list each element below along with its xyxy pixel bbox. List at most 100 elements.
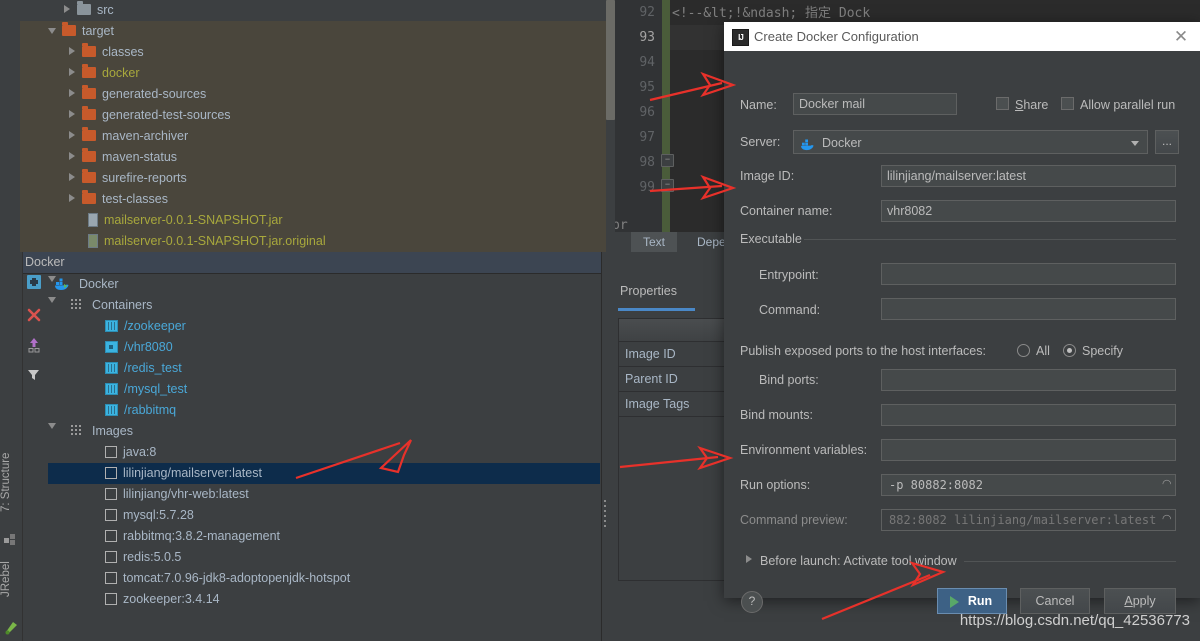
code-fold-icon[interactable]: −: [661, 179, 674, 192]
server-combobox[interactable]: Docker: [793, 130, 1148, 154]
name-input[interactable]: Docker mail: [793, 93, 957, 115]
docker-tree-label: tomcat:7.0.96-jdk8-adoptopenjdk-hotspot: [123, 571, 351, 585]
docker-tree-item-mysql-test[interactable]: /mysql_test: [48, 379, 600, 400]
project-tree: src target classes docker generated-sour…: [20, 0, 606, 252]
sidebar-tab-structure[interactable]: 7: Structure: [0, 442, 22, 522]
apply-button[interactable]: Apply: [1104, 588, 1176, 614]
left-tool-sidebar: 7: Structure JRebel: [0, 252, 23, 641]
bind-mounts-input[interactable]: [881, 404, 1176, 426]
tree-item-generated-test-sources[interactable]: generated-test-sources: [20, 105, 606, 126]
publish-specify-label: Specify: [1082, 344, 1123, 358]
share-checkbox[interactable]: [996, 97, 1009, 110]
docker-tree-item-vhr-web[interactable]: lilinjiang/vhr-web:latest: [48, 484, 600, 505]
jrebel-icon: [5, 622, 17, 635]
docker-tree-item-containers[interactable]: Containers: [48, 295, 600, 316]
panel-splitter-grip[interactable]: [603, 500, 607, 530]
jar-icon: [88, 212, 98, 227]
expand-icon[interactable]: ◠: [1162, 514, 1173, 525]
line-number: 92: [639, 5, 655, 20]
docker-tree-item-java8[interactable]: java:8: [48, 442, 600, 463]
docker-tree-item-vhr8080[interactable]: /vhr8080: [48, 337, 600, 358]
filter-icon[interactable]: [26, 367, 44, 385]
deploy-icon[interactable]: [26, 337, 44, 355]
chevron-right-icon[interactable]: [68, 194, 77, 203]
tree-item-maven-archiver[interactable]: maven-archiver: [20, 126, 606, 147]
share-label-rest: hare: [1023, 98, 1049, 112]
intellij-logo-icon: IJ: [732, 29, 749, 46]
run-options-input[interactable]: -p 80882:8082: [881, 474, 1176, 496]
docker-tree-item-rabbitmq-image[interactable]: rabbitmq:3.8.2-management: [48, 526, 600, 547]
tree-item-label: src: [97, 3, 114, 17]
line-number: 94: [639, 55, 655, 70]
tree-item-jar[interactable]: mailserver-0.0.1-SNAPSHOT.jar: [20, 210, 606, 231]
tree-item-jar-original[interactable]: mailserver-0.0.1-SNAPSHOT.jar.original: [20, 231, 606, 252]
tab-properties[interactable]: Properties: [620, 284, 677, 298]
docker-tree-item-redis-test[interactable]: /redis_test: [48, 358, 600, 379]
chevron-right-icon[interactable]: [68, 47, 77, 56]
tree-item-docker[interactable]: docker: [20, 63, 606, 84]
chevron-down-icon[interactable]: [48, 26, 57, 35]
dialog-title-bar[interactable]: IJ Create Docker Configuration ✕: [724, 22, 1200, 51]
docker-tree: Docker Containers /zookeeper /vhr8080 /r…: [48, 274, 600, 634]
publish-specify-radio[interactable]: [1063, 344, 1076, 357]
chevron-right-icon[interactable]: [68, 131, 77, 140]
env-vars-input[interactable]: [881, 439, 1176, 461]
tree-item-label: docker: [102, 66, 140, 80]
chevron-right-icon[interactable]: [68, 110, 77, 119]
expand-icon[interactable]: ◠: [1162, 479, 1173, 490]
code-fold-icon[interactable]: −: [661, 154, 674, 167]
remove-icon[interactable]: [26, 307, 44, 325]
docker-tree-item-mysql[interactable]: mysql:5.7.28: [48, 505, 600, 526]
docker-tree-item-images[interactable]: Images: [48, 421, 600, 442]
server-browse-button[interactable]: ...: [1155, 130, 1179, 154]
run-button[interactable]: Run: [937, 588, 1007, 614]
tree-item-surefire-reports[interactable]: surefire-reports: [20, 168, 606, 189]
tree-item-target[interactable]: target: [20, 21, 606, 42]
tree-item-maven-status[interactable]: maven-status: [20, 147, 606, 168]
tree-item-label: maven-status: [102, 150, 178, 164]
tree-item-test-classes[interactable]: test-classes: [20, 189, 606, 210]
container-icon: [105, 382, 118, 395]
docker-tree-item-mailserver[interactable]: lilinjiang/mailserver:latest: [48, 463, 600, 484]
chevron-right-icon[interactable]: [63, 5, 72, 14]
image-id-input[interactable]: lilinjiang/mailserver:latest: [881, 165, 1176, 187]
tree-item-src[interactable]: src: [20, 0, 606, 21]
chevron-right-icon[interactable]: [68, 68, 77, 77]
sidebar-tab-jrebel[interactable]: JRebel: [0, 552, 22, 607]
project-scrollbar[interactable]: [606, 0, 615, 120]
docker-tree-item-zookeeper-image[interactable]: zookeeper:3.4.14: [48, 589, 600, 610]
close-icon[interactable]: ✕: [1170, 26, 1192, 48]
cancel-button[interactable]: Cancel: [1020, 588, 1090, 614]
image-icon: [105, 550, 117, 563]
tab-text[interactable]: Text: [631, 232, 678, 252]
add-icon[interactable]: [26, 274, 44, 292]
allow-parallel-run-checkbox[interactable]: [1061, 97, 1074, 110]
chevron-right-icon[interactable]: [68, 173, 77, 182]
tree-item-generated-sources[interactable]: generated-sources: [20, 84, 606, 105]
docker-tree-item-zookeeper[interactable]: /zookeeper: [48, 316, 600, 337]
command-preview-input: 882:8082 lilinjiang/mailserver:latest: [881, 509, 1176, 531]
docker-tree-item-docker[interactable]: Docker: [48, 274, 600, 295]
entrypoint-input[interactable]: [881, 263, 1176, 285]
docker-tree-item-tomcat[interactable]: tomcat:7.0.96-jdk8-adoptopenjdk-hotspot: [48, 568, 600, 589]
chevron-right-icon[interactable]: [68, 89, 77, 98]
command-input[interactable]: [881, 298, 1176, 320]
publish-all-radio[interactable]: [1017, 344, 1030, 357]
tree-item-label: maven-archiver: [102, 129, 189, 143]
docker-tree-label: Containers: [91, 298, 153, 312]
docker-tree-label: /zookeeper: [124, 319, 186, 333]
docker-tree-item-rabbitmq[interactable]: /rabbitmq: [48, 400, 600, 421]
help-button[interactable]: ?: [741, 591, 763, 613]
before-launch-label: Before launch: Activate tool window: [760, 554, 957, 568]
container-name-input[interactable]: vhr8082: [881, 200, 1176, 222]
docker-tree-item-redis[interactable]: redis:5.0.5: [48, 547, 600, 568]
folder-icon: [77, 1, 91, 16]
chevron-right-icon[interactable]: [746, 555, 752, 563]
docker-tree-label: /mysql_test: [124, 382, 188, 396]
docker-tree-label: /vhr8080: [124, 340, 173, 354]
bind-ports-input[interactable]: [881, 369, 1176, 391]
tree-item-classes[interactable]: classes: [20, 42, 606, 63]
docker-tree-label: /rabbitmq: [124, 403, 177, 417]
chevron-right-icon[interactable]: [68, 152, 77, 161]
chevron-down-icon[interactable]: [1131, 141, 1139, 146]
